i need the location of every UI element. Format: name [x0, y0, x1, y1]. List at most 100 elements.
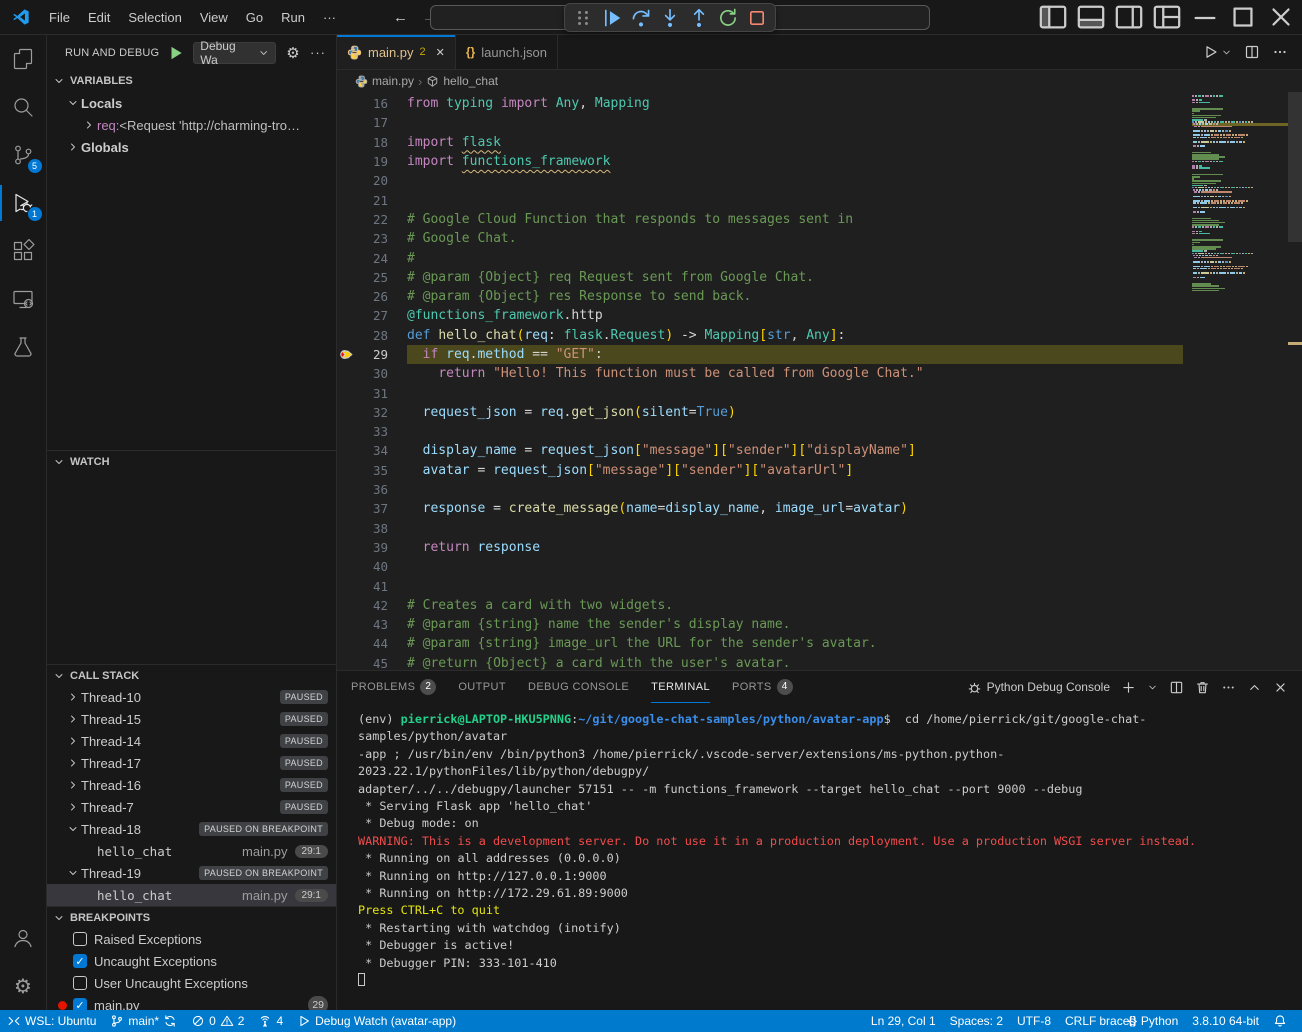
run-python-file-button[interactable]: [1203, 44, 1232, 60]
line-number[interactable]: 30: [358, 366, 388, 381]
menu-selection[interactable]: Selection: [119, 5, 190, 29]
breadcrumb-item[interactable]: hello_chat: [443, 74, 498, 88]
call-stack-thread[interactable]: Thread-7PAUSED: [47, 796, 336, 818]
activity-accounts[interactable]: [0, 914, 47, 962]
call-stack-thread[interactable]: Thread-14PAUSED: [47, 730, 336, 752]
call-stack-frame[interactable]: hello_chatmain.py29:1: [47, 840, 336, 862]
code-line-36[interactable]: 36: [337, 480, 1302, 499]
new-terminal-icon[interactable]: [1121, 680, 1136, 695]
line-number[interactable]: 23: [358, 231, 388, 246]
code-line-45[interactable]: 45# @return {Object} a card with the use…: [337, 654, 1302, 670]
watch-section-header[interactable]: WATCH: [47, 450, 336, 472]
nav-back-icon[interactable]: ←: [393, 9, 408, 26]
code-line-33[interactable]: 33: [337, 422, 1302, 441]
breakpoint-item[interactable]: ✓Uncaught Exceptions: [47, 950, 336, 972]
run-dropdown-chevron-icon[interactable]: [1221, 47, 1232, 58]
breakpoint-checkbox[interactable]: [73, 932, 87, 946]
line-number[interactable]: 20: [358, 173, 388, 188]
split-terminal-icon[interactable]: [1169, 680, 1184, 695]
status-problems[interactable]: 02: [184, 1010, 251, 1032]
current-line-breakpoint-arrow-icon[interactable]: [337, 347, 358, 362]
debug-step-over-icon[interactable]: [630, 7, 652, 29]
code-line-22[interactable]: 22# Google Cloud Function that responds …: [337, 210, 1302, 229]
status-encoding[interactable]: UTF-8: [1010, 1010, 1058, 1032]
code-line-19[interactable]: 19import functions_framework: [337, 152, 1302, 171]
line-number[interactable]: 37: [358, 501, 388, 516]
line-number[interactable]: 41: [358, 579, 388, 594]
debug-restart-icon[interactable]: [717, 7, 739, 29]
debug-stop-icon[interactable]: [746, 7, 768, 29]
code-line-41[interactable]: 41: [337, 576, 1302, 595]
status-indentation[interactable]: Spaces: 2: [943, 1010, 1010, 1032]
status-forwarded-ports[interactable]: 4: [251, 1010, 290, 1032]
code-line-43[interactable]: 43# @param {string} name the sender's di…: [337, 615, 1302, 634]
breakpoint-item[interactable]: User Uncaught Exceptions: [47, 972, 336, 994]
line-number[interactable]: 27: [358, 308, 388, 323]
minimap[interactable]: [1192, 92, 1288, 670]
activity-extensions[interactable]: [0, 227, 47, 275]
activity-testing[interactable]: [0, 323, 47, 371]
activity-run-and-debug[interactable]: 1: [0, 179, 47, 227]
tab-main.py[interactable]: main.py2✕: [337, 35, 456, 69]
line-number[interactable]: 32: [358, 405, 388, 420]
code-line-29[interactable]: 29 if req.method == "GET":: [337, 345, 1302, 364]
code-line-28[interactable]: 28def hello_chat(req: flask.Request) -> …: [337, 326, 1302, 345]
variable-req[interactable]: req: <Request 'http://charming-tro…: [47, 114, 336, 136]
call-stack-frame[interactable]: hello_chatmain.py29:1: [47, 884, 336, 906]
line-number[interactable]: 43: [358, 617, 388, 632]
close-panel-icon[interactable]: [1273, 680, 1288, 695]
tab-launch.json[interactable]: {}launch.json: [456, 35, 558, 69]
breakpoint-item[interactable]: Raised Exceptions: [47, 928, 336, 950]
line-number[interactable]: 28: [358, 328, 388, 343]
breakpoint-checkbox[interactable]: ✓: [73, 954, 87, 968]
code-line-23[interactable]: 23# Google Chat.: [337, 229, 1302, 248]
code-line-31[interactable]: 31: [337, 383, 1302, 402]
code-line-24[interactable]: 24#: [337, 248, 1302, 267]
code-line-27[interactable]: 27@functions_framework.http: [337, 306, 1302, 325]
menu-file[interactable]: File: [40, 5, 79, 29]
variables-scope-globals[interactable]: Globals: [47, 136, 336, 158]
status-cursor-position[interactable]: Ln 29, Col 1: [864, 1010, 943, 1032]
code-line-17[interactable]: 17: [337, 113, 1302, 132]
tab-close-icon[interactable]: ✕: [436, 46, 445, 59]
start-debug-button[interactable]: [167, 44, 185, 62]
code-line-18[interactable]: 18import flask: [337, 133, 1302, 152]
call-stack-section-header[interactable]: CALL STACK: [47, 664, 336, 686]
code-editor[interactable]: 16from typing import Any, Mapping1718imp…: [337, 92, 1302, 670]
code-line-42[interactable]: 42# Creates a card with two widgets.: [337, 596, 1302, 615]
activity-source-control[interactable]: 5: [0, 131, 47, 179]
code-line-25[interactable]: 25# @param {Object} req Request sent fro…: [337, 268, 1302, 287]
debug-settings-gear-icon[interactable]: ⚙: [284, 44, 302, 62]
panel-tab-problems[interactable]: PROBLEMS2: [351, 671, 436, 703]
activity-explorer[interactable]: [0, 35, 47, 83]
terminal-output[interactable]: (env) pierrick@LAPTOP-HKU5PNNG:~/git/goo…: [337, 703, 1302, 990]
breadcrumb[interactable]: main.py›hello_chat: [337, 70, 1302, 92]
code-line-20[interactable]: 20: [337, 171, 1302, 190]
line-number[interactable]: 44: [358, 636, 388, 651]
status-eol[interactable]: CRLF: [1058, 1010, 1103, 1032]
menu-view[interactable]: View: [191, 5, 237, 29]
layout-sidebar-icon[interactable]: [1038, 9, 1068, 25]
variables-scope-locals[interactable]: Locals: [47, 92, 336, 114]
sidebar-more-actions-icon[interactable]: ···: [310, 45, 326, 60]
menu-go[interactable]: Go: [237, 5, 272, 29]
breakpoint-checkbox[interactable]: [73, 976, 87, 990]
line-number[interactable]: 38: [358, 521, 388, 536]
layout-panel-icon[interactable]: [1076, 9, 1106, 25]
line-number[interactable]: 17: [358, 115, 388, 130]
code-line-38[interactable]: 38: [337, 519, 1302, 538]
line-number[interactable]: 34: [358, 443, 388, 458]
line-number[interactable]: 16: [358, 96, 388, 111]
code-line-34[interactable]: 34 display_name = request_json["message"…: [337, 441, 1302, 460]
call-stack-thread[interactable]: Thread-17PAUSED: [47, 752, 336, 774]
line-number[interactable]: 45: [358, 656, 388, 670]
call-stack-thread[interactable]: Thread-18PAUSED ON BREAKPOINT: [47, 818, 336, 840]
panel-tab-ports[interactable]: PORTS4: [732, 671, 793, 703]
line-number[interactable]: 39: [358, 540, 388, 555]
breakpoint-item[interactable]: ✓main.py29: [47, 994, 336, 1010]
breakpoints-section-header[interactable]: BREAKPOINTS: [47, 906, 336, 928]
line-number[interactable]: 33: [358, 424, 388, 439]
close-window-icon[interactable]: [1266, 9, 1296, 25]
status-git-branch[interactable]: main*: [103, 1010, 184, 1032]
status-debug-session[interactable]: Debug Watch (avatar-app): [290, 1010, 463, 1032]
